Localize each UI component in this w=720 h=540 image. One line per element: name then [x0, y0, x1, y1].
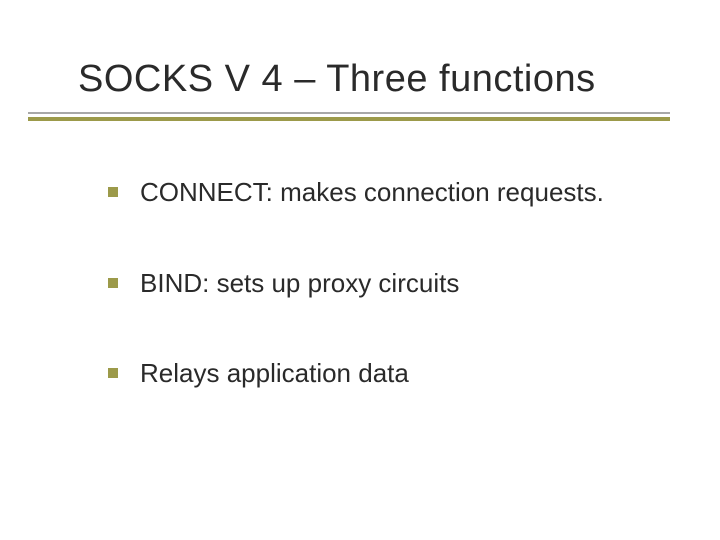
list-item: Relays application data [108, 357, 668, 390]
list-item: BIND: sets up proxy circuits [108, 267, 668, 300]
title-container: SOCKS V 4 – Three functions [78, 58, 596, 101]
rule-gray [28, 112, 670, 114]
rule-olive [28, 117, 670, 121]
square-bullet-icon [108, 187, 118, 197]
slide-body: CONNECT: makes connection requests. BIND… [108, 176, 668, 448]
list-item-text: CONNECT: makes connection requests. [140, 176, 604, 209]
list-item-text: Relays application data [140, 357, 409, 390]
list-item: CONNECT: makes connection requests. [108, 176, 668, 209]
square-bullet-icon [108, 278, 118, 288]
list-item-text: BIND: sets up proxy circuits [140, 267, 459, 300]
square-bullet-icon [108, 368, 118, 378]
title-underline [28, 112, 670, 121]
slide: SOCKS V 4 – Three functions CONNECT: mak… [0, 0, 720, 540]
slide-title: SOCKS V 4 – Three functions [78, 58, 596, 101]
